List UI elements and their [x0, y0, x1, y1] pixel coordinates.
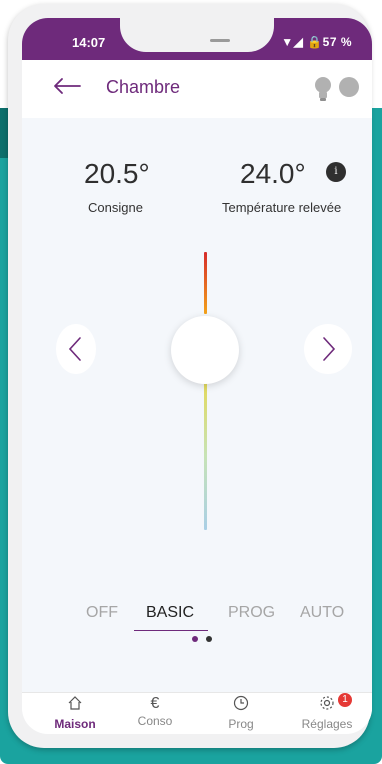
page-title: Chambre	[106, 77, 181, 97]
mode-basic[interactable]: BASIC	[146, 604, 194, 622]
status-icons: ▼◢ 🔒57 %	[281, 35, 352, 49]
measured-label: Température relevée	[222, 200, 342, 215]
app-bar: Chambre	[22, 60, 372, 118]
decrease-chevron-left-icon[interactable]	[56, 324, 96, 374]
mode-selector: OFF BASIC PROG AUTO	[86, 604, 356, 632]
nav-label-conso: Conso	[137, 714, 173, 728]
phone-notch	[120, 18, 274, 52]
info-icon[interactable]: i	[326, 162, 346, 182]
mode-auto[interactable]: AUTO	[300, 604, 344, 622]
notification-badge: 1	[338, 693, 352, 707]
page-dot-active	[192, 636, 198, 642]
temperature-slider-track-warm	[204, 252, 207, 314]
mode-active-underline	[134, 630, 208, 631]
temperature-slider-track-cool	[204, 382, 207, 530]
app-screen: 14:07 ▼◢ 🔒57 % Chambre 20.5° 24.0° i Con…	[22, 18, 372, 734]
nav-label-reglages: Réglages	[301, 717, 353, 731]
nav-item-prog[interactable]: Prog	[206, 695, 276, 734]
back-arrow-icon[interactable]	[52, 74, 82, 104]
measured-value: 24.0°	[240, 158, 306, 189]
setpoint-label: Consigne	[88, 200, 143, 215]
notch-speaker	[210, 39, 230, 42]
nav-item-maison[interactable]: Maison	[40, 695, 110, 734]
thermostat-panel: 20.5° 24.0° i Consigne Température relev…	[22, 118, 372, 692]
page-dot	[206, 636, 212, 642]
lightbulb-icon[interactable]	[314, 76, 332, 102]
status-bar: 14:07 ▼◢ 🔒57 %	[22, 18, 372, 60]
temperature-slider-knob[interactable]	[171, 316, 239, 384]
nav-item-reglages[interactable]: 1 Réglages	[292, 693, 362, 734]
increase-chevron-right-icon[interactable]	[304, 324, 352, 374]
home-icon	[40, 695, 110, 716]
nav-label-prog: Prog	[228, 717, 254, 731]
clock-icon	[206, 695, 276, 716]
mode-prog[interactable]: PROG	[228, 604, 275, 622]
status-time: 14:07	[72, 35, 106, 50]
euro-icon: €	[150, 695, 160, 712]
bottom-navigation: Maison € Conso Prog 1 Réglages	[22, 692, 372, 734]
phone-frame: 14:07 ▼◢ 🔒57 % Chambre 20.5° 24.0° i Con…	[8, 4, 372, 748]
setpoint-value: 20.5°	[84, 158, 150, 189]
nav-label-maison: Maison	[54, 717, 96, 731]
connection-status-icon[interactable]	[339, 77, 359, 97]
page-indicator	[192, 636, 222, 646]
mode-off[interactable]: OFF	[86, 604, 118, 622]
nav-item-conso[interactable]: € Conso	[120, 695, 190, 734]
